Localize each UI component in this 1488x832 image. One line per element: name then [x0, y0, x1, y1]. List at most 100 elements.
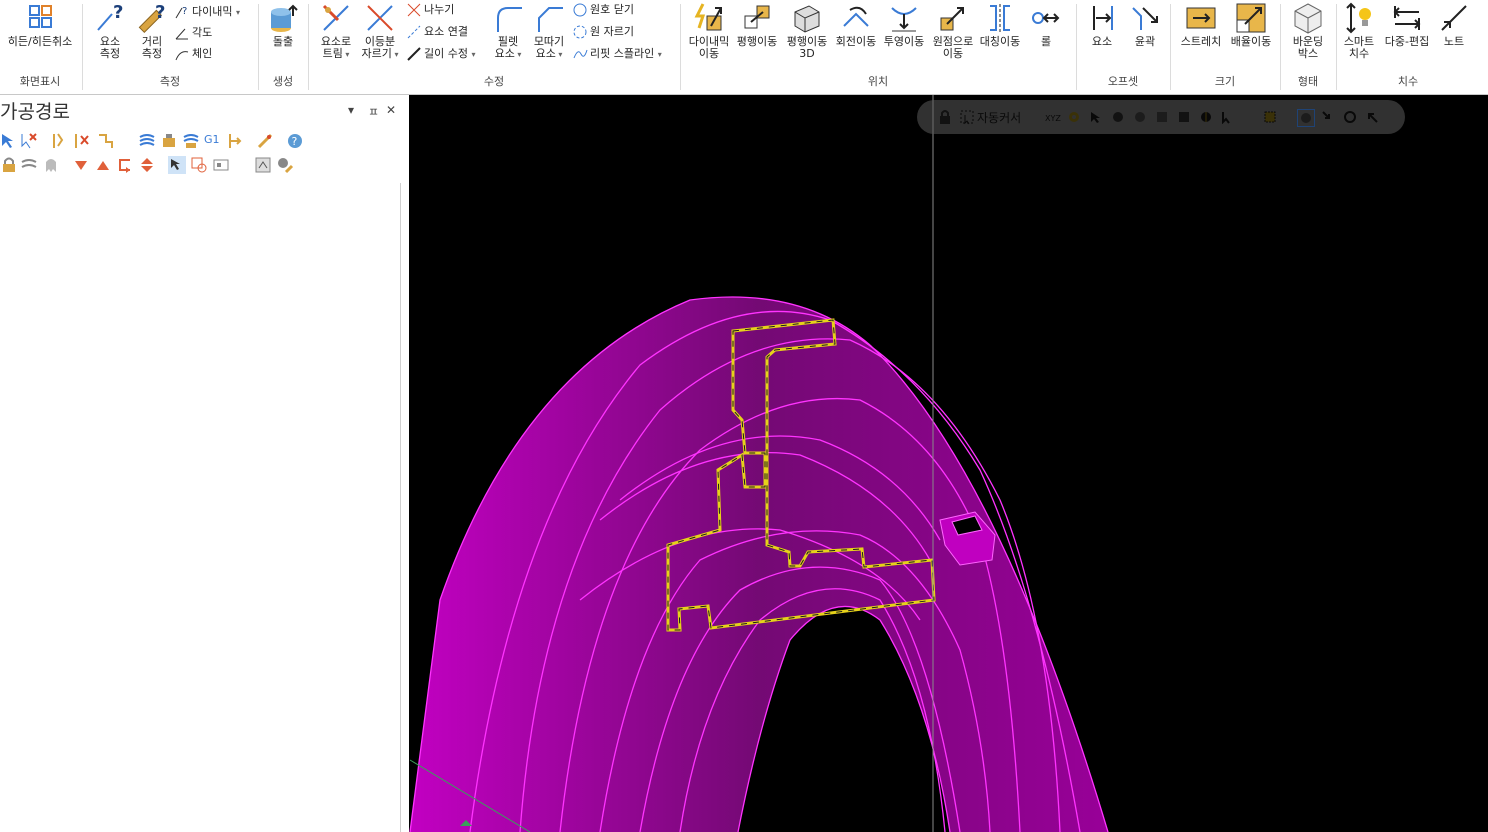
offset-entity-label: 요소: [1091, 35, 1113, 48]
window-select-icon[interactable]: [1263, 110, 1277, 124]
break-circle-button[interactable]: 원 자르기: [572, 22, 634, 42]
chamfer-entities-button[interactable]: 모따기 요소: [528, 2, 570, 61]
measure-chain-button[interactable]: 체인: [174, 44, 212, 64]
hide-unhide-button[interactable]: 히든/히든취소: [2, 2, 78, 48]
respline-button[interactable]: 리핏 스플라인: [572, 44, 662, 64]
select-only-icon[interactable]: [168, 156, 186, 174]
regenerate-dirty-icon[interactable]: [72, 132, 90, 150]
gear-icon[interactable]: [1067, 110, 1081, 124]
panel-menu-button[interactable]: ▾: [348, 103, 354, 117]
mirror-button[interactable]: 대칭이동: [978, 2, 1022, 48]
respline-label: 리핏 스플라인: [590, 47, 655, 60]
divide-trim-button[interactable]: 이등분 자르기: [358, 2, 402, 61]
lock-icon[interactable]: [937, 109, 953, 125]
select-face-icon[interactable]: [1133, 110, 1147, 124]
measure-angle-button[interactable]: 각도: [174, 23, 212, 43]
select-edge-icon[interactable]: [1155, 110, 1169, 124]
group-shape-label: 형태: [1297, 75, 1319, 88]
chamfer-entities-label: 모따기 요소: [528, 36, 570, 61]
select-arrow-icon[interactable]: [1089, 110, 1103, 124]
toolpath-tree[interactable]: [0, 183, 401, 832]
translate-3d-button[interactable]: 평행이동 3D: [782, 2, 832, 60]
autocursor-label[interactable]: 자동커서: [977, 109, 1021, 126]
select-failed-icon[interactable]: [20, 132, 38, 150]
panel-title: 가공경로: [0, 101, 70, 123]
measure-entity-icon: ?: [97, 2, 123, 31]
join-entities-button[interactable]: 요소 연결: [406, 22, 468, 42]
move-up-icon[interactable]: [94, 156, 112, 174]
toolpath-manager-icon[interactable]: [254, 156, 272, 174]
select-last-icon[interactable]: [1321, 110, 1335, 124]
note-label: 노트: [1443, 35, 1465, 48]
offset-contour-button[interactable]: 윤곽: [1124, 2, 1166, 48]
display-selected-icon[interactable]: [190, 156, 208, 174]
close-arc-icon: [573, 3, 587, 17]
roll-button[interactable]: 롤: [1022, 2, 1070, 48]
smart-dimension-button[interactable]: 스마트 치수: [1338, 2, 1380, 60]
measure-entity-button[interactable]: ? 요소 측정: [90, 2, 130, 60]
panel-pin-button[interactable]: ㅍ: [368, 103, 379, 120]
select-all-icon[interactable]: [0, 132, 18, 150]
xyz-button[interactable]: XYZ: [1045, 114, 1061, 123]
insert-arrow-icon[interactable]: [116, 156, 134, 174]
svg-text:?: ?: [113, 2, 123, 23]
highfeed-icon[interactable]: [256, 132, 274, 150]
select-body-icon[interactable]: [1177, 110, 1191, 124]
trim-to-entity-button[interactable]: 요소로 트림: [314, 2, 358, 61]
dynamic-move-button[interactable]: 다이내믹 이동: [684, 2, 734, 60]
measure-chain-label: 체인: [192, 47, 213, 60]
close-arc-button[interactable]: 원호 닫기: [572, 0, 634, 20]
translate-button[interactable]: 평행이동: [734, 2, 780, 48]
properties-icon[interactable]: [276, 156, 294, 174]
panel-close-button[interactable]: ✕: [386, 103, 396, 117]
multi-edit-label: 다중-편집: [1384, 35, 1430, 48]
ribbon-separator: [82, 4, 83, 90]
fillet-entities-label: 필렛 요소: [488, 36, 528, 61]
offset-entity-button[interactable]: 요소: [1080, 2, 1124, 48]
toggle-selection-icon[interactable]: [212, 156, 230, 174]
scroll-insert-icon[interactable]: [138, 156, 156, 174]
select-vertex-icon[interactable]: [1221, 110, 1235, 124]
scale-button[interactable]: 배율이동: [1226, 2, 1276, 48]
verify-select-icon[interactable]: [182, 132, 200, 150]
stretch-button[interactable]: 스트레치: [1174, 2, 1228, 48]
select-solid-icon[interactable]: [1111, 110, 1125, 124]
graphics-viewport[interactable]: 자동커서 XYZ: [409, 95, 1488, 832]
trim-icon: [322, 4, 349, 31]
extrude-button[interactable]: 돌출: [263, 2, 303, 48]
ribbon-separator: [308, 4, 309, 90]
fillet-entities-button[interactable]: 필렛 요소: [488, 2, 528, 61]
modify-length-button[interactable]: 길이 수정: [406, 44, 476, 64]
multi-edit-button[interactable]: 다중-편집: [1380, 2, 1434, 48]
move-down-icon[interactable]: [72, 156, 90, 174]
dynamic-measure-button[interactable]: ? 다이내믹: [174, 2, 240, 22]
g1-button[interactable]: G1: [204, 133, 222, 151]
ruler-icon: ?: [138, 2, 165, 34]
group-dimension: 스마트 치수 다중-편집 노트 치수: [1338, 0, 1478, 94]
chamfer-icon: [538, 7, 563, 32]
lock-icon[interactable]: [0, 156, 18, 174]
select-feature-icon[interactable]: [1199, 110, 1213, 124]
post-icon[interactable]: [226, 132, 244, 150]
help-icon[interactable]: ?: [286, 132, 304, 150]
autocursor-icon[interactable]: [959, 109, 975, 125]
move-to-origin-button[interactable]: 원점으로 이동: [928, 2, 978, 60]
verify-selection-icon[interactable]: [1297, 109, 1315, 127]
rotate-button[interactable]: 회전이동: [832, 2, 880, 48]
simulate-icon[interactable]: [160, 132, 178, 150]
verify-icon[interactable]: [138, 132, 156, 150]
group-create-label: 생성: [272, 75, 294, 88]
break-button[interactable]: 나누기: [406, 0, 454, 20]
undo-select-icon[interactable]: [1365, 110, 1379, 124]
regenerate-icon[interactable]: [50, 132, 68, 150]
project-button[interactable]: 투영이동: [880, 2, 928, 48]
mirror-label: 대칭이동: [979, 35, 1021, 48]
measure-distance-button[interactable]: ? 거리 측정: [132, 2, 172, 60]
note-button[interactable]: 노트: [1434, 2, 1474, 48]
toggle-display-icon[interactable]: [20, 156, 38, 174]
bounding-box-button[interactable]: 바운딩 박스: [1284, 2, 1332, 60]
backplot-icon[interactable]: [96, 132, 114, 150]
unselect-all-icon[interactable]: [1343, 110, 1357, 124]
ribbon-separator: [1336, 4, 1337, 90]
toggle-posting-icon[interactable]: [42, 156, 60, 174]
